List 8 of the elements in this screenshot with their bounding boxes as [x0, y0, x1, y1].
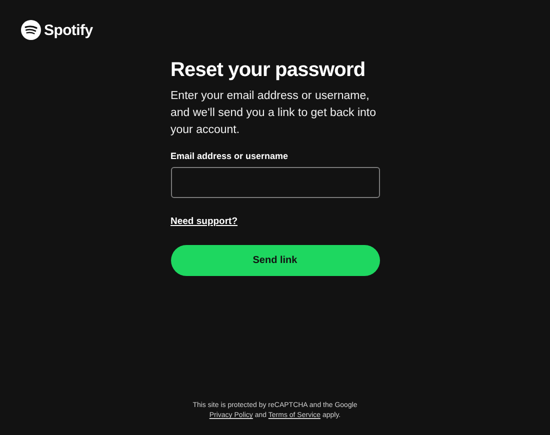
field-label: Email address or username: [170, 151, 290, 161]
support-link[interactable]: Need support?: [170, 216, 238, 227]
logo-wordmark: Spotify: [44, 22, 93, 38]
page-title: Reset your password: [170, 59, 366, 82]
email-input-field[interactable]: [170, 167, 380, 198]
send-link-button[interactable]: Send link: [170, 245, 380, 276]
logo-icon: [21, 20, 41, 40]
description: Enter your email address or username, and we'll send you a link to get back into your account.: [170, 89, 377, 138]
